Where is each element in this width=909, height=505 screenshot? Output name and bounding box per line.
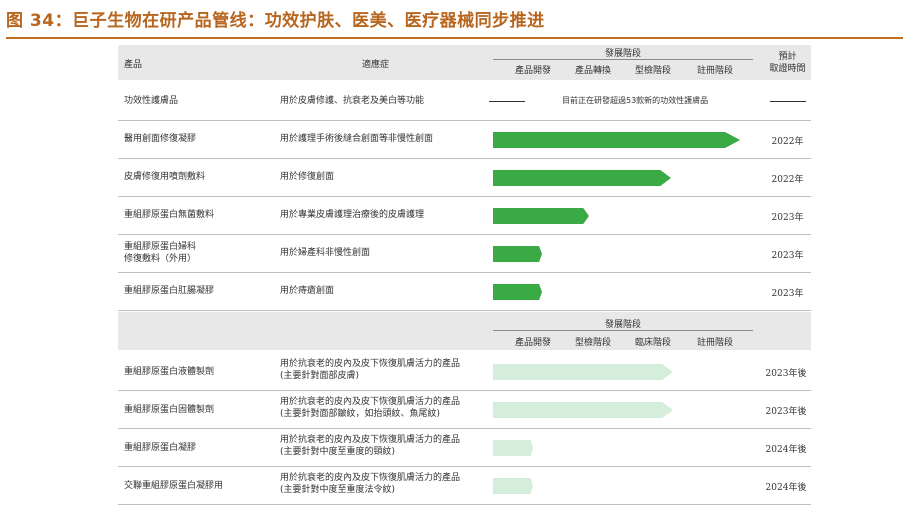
table1-row: 醫用創面修復凝膠 用於護理手術後縫合創面等非慢性創面 2022年 <box>118 120 811 159</box>
indication: 用於抗衰老的皮內及皮下恢復肌膚活力的產品 (主要針對中度至重度的頸紋) <box>280 435 461 457</box>
product-name: 重組膠原蛋白固體製劑 <box>124 405 215 415</box>
indication: 用於護理手術後縫合創面等非慢性創面 <box>280 134 434 144</box>
expected-time: 2023年後 <box>765 407 807 417</box>
title-divider <box>6 37 903 39</box>
product-name: 重組膠原蛋白液體製劑 <box>124 367 215 377</box>
table1-row: 功效性護膚品 用於皮膚修護、抗衰老及美白等功能 目前正在研發超過53款新的功效性護膚… <box>118 82 811 121</box>
expected-time: 2023年後 <box>765 369 807 379</box>
table2-row: 重組膠原蛋白凝膠 用於抗衰老的皮內及皮下恢復肌膚活力的產品 (主要針對中度至重度的… <box>118 428 811 467</box>
indication: 用於修復創面 <box>280 172 335 182</box>
header2-stage-line <box>493 330 753 331</box>
header2-stage-1: 產品開發 <box>514 338 551 348</box>
indication: 用於皮膚修護、抗衰老及美白等功能 <box>280 96 425 106</box>
expected-time: 2023年 <box>771 289 804 299</box>
progress-arrow <box>493 440 533 456</box>
expected-time: 2023年 <box>771 251 804 261</box>
progress-arrow <box>493 478 533 494</box>
page-title: 图 34：巨子生物在研产品管线：功效护肤、医美、医疗器械同步推进 <box>6 11 545 31</box>
progress-arrow <box>493 246 542 262</box>
dash-line <box>489 101 525 102</box>
indication: 用於專業皮膚護理治療後的皮膚護理 <box>280 210 425 220</box>
header-stage-3: 型檢階段 <box>634 66 671 76</box>
expected-time: 2022年 <box>771 137 804 147</box>
header-product: 產品 <box>124 60 143 70</box>
header-stage-group: 發展階段 <box>604 49 641 59</box>
header2-stage-4: 註冊階段 <box>696 338 733 348</box>
table1-row: 重組膠原蛋白肛腸凝膠 用於痔瘡創面 2023年 <box>118 272 811 311</box>
header2-stage-2: 型檢階段 <box>574 338 611 348</box>
indication: 用於抗衰老的皮內及皮下恢復肌膚活力的產品 (主要針對面部皮膚) <box>280 359 461 381</box>
product-name: 功效性護膚品 <box>124 96 179 106</box>
table1-row: 重組膠原蛋白無菌敷料 用於專業皮膚護理治療後的皮膚護理 2023年 <box>118 196 811 235</box>
expected-time: 2024年後 <box>765 483 807 493</box>
indication: 用於痔瘡創面 <box>280 286 335 296</box>
table2-row: 交聯重組膠原蛋白凝膠用 用於抗衰老的皮內及皮下恢復肌膚活力的產品 (主要針對中度至… <box>118 466 811 505</box>
product-name: 交聯重組膠原蛋白凝膠用 <box>124 481 224 491</box>
header-stage-1: 產品開發 <box>514 66 551 76</box>
header-stage-4: 註冊階段 <box>696 66 733 76</box>
header2-stage-group: 發展階段 <box>604 320 641 330</box>
table2-row: 重組膠原蛋白固體製劑 用於抗衰老的皮內及皮下恢復肌膚活力的產品 (主要針對面部皺紋… <box>118 390 811 429</box>
product-name: 重組膠原蛋白無菌敷料 <box>124 210 215 220</box>
progress-arrow <box>493 132 740 148</box>
header2-stage-3: 臨床階段 <box>634 338 671 348</box>
header-stage-2: 產品轉換 <box>574 66 611 76</box>
table1-row: 皮膚修復用噴劑敷料 用於修復創面 2022年 <box>118 158 811 197</box>
header-stage-line <box>493 59 753 60</box>
progress-arrow <box>493 402 673 418</box>
table1-row: 重組膠原蛋白婦科 修復敷料（外用） 用於婦產科非慢性創面 2023年 <box>118 234 811 273</box>
indication: 用於抗衰老的皮內及皮下恢復肌膚活力的產品 (主要針對面部皺紋，如抬頭紋、魚尾紋) <box>280 397 461 419</box>
progress-arrow <box>493 170 671 186</box>
progress-arrow <box>493 364 673 380</box>
indication: 用於婦產科非慢性創面 <box>280 248 371 258</box>
table2-header: 發展階段 產品開發 型檢階段 臨床階段 註冊階段 <box>118 312 811 350</box>
dash-line <box>770 101 806 102</box>
header-indication: 適應症 <box>362 60 390 70</box>
product-name: 醫用創面修復凝膠 <box>124 134 197 144</box>
expected-time: 2024年後 <box>765 445 807 455</box>
product-name: 重組膠原蛋白凝膠 <box>124 443 197 453</box>
expected-time: 2023年 <box>771 213 804 223</box>
expected-time: 2022年 <box>771 175 804 185</box>
table2-row: 重組膠原蛋白液體製劑 用於抗衰老的皮內及皮下恢復肌膚活力的產品 (主要針對面部皮膚… <box>118 352 811 391</box>
progress-arrow <box>493 208 589 224</box>
product-name: 重組膠原蛋白婦科 修復敷料（外用） <box>124 242 197 264</box>
progress-arrow <box>493 284 542 300</box>
indication: 用於抗衰老的皮內及皮下恢復肌膚活力的產品 (主要針對中度至重度法令紋) <box>280 473 461 495</box>
product-name: 重組膠原蛋白肛腸凝膠 <box>124 286 215 296</box>
product-name: 皮膚修復用噴劑敷料 <box>124 172 206 182</box>
pipeline-note: 目前正在研發超過53款新的功效性護膚品 <box>562 96 709 105</box>
header-expected-time: 預計 取證時間 <box>769 52 806 74</box>
table1-header: 產品 適應症 發展階段 產品開發 產品轉換 型檢階段 註冊階段 預計 取證時間 <box>118 45 811 80</box>
